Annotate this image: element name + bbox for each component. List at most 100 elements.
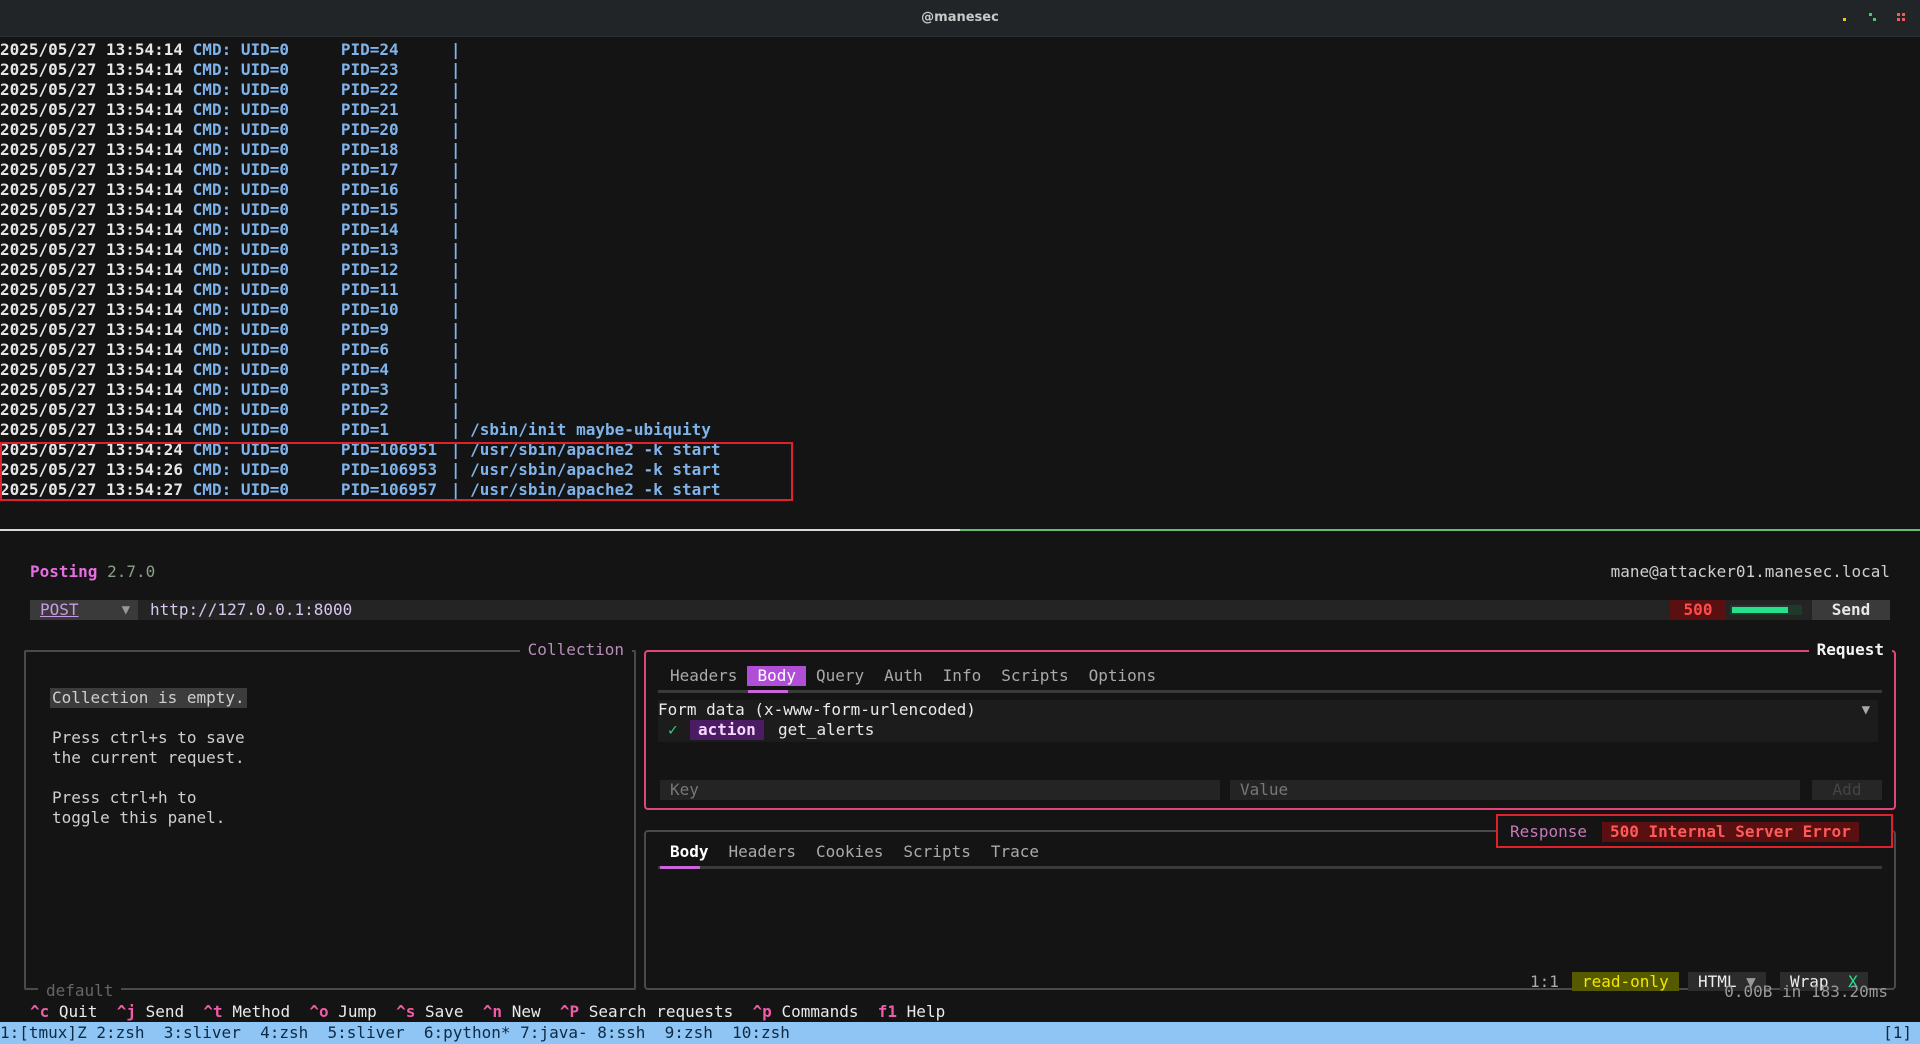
form-key-action[interactable]: action xyxy=(690,720,764,740)
log-line: 2025/05/27 13:54:14 CMD: UID=0 PID=16 | xyxy=(0,180,1920,200)
value-input[interactable]: Value xyxy=(1230,780,1800,800)
log-pid: PID=14 xyxy=(340,220,399,239)
request-tab-auth[interactable]: Auth xyxy=(874,666,933,686)
response-tab-body[interactable]: Body xyxy=(660,842,719,862)
log-separator: | xyxy=(450,400,471,419)
form-value-action[interactable]: get_alerts xyxy=(778,720,874,740)
collection-title: Collection xyxy=(519,641,632,659)
shortcut-label[interactable]: Quit xyxy=(59,1002,98,1021)
shortcut-key[interactable]: ^s xyxy=(396,1002,415,1021)
shortcut-label[interactable]: New xyxy=(512,1002,541,1021)
checkmark-icon[interactable]: ✓ xyxy=(668,720,678,740)
add-button[interactable]: Add xyxy=(1812,780,1882,800)
response-panel: Body Headers Cookies Scripts Trace 1:1 read-… xyxy=(644,830,1896,992)
log-line: 2025/05/27 13:54:14 CMD: UID=0 PID=9 | xyxy=(0,320,1920,340)
log-uid: UID=0 xyxy=(240,80,290,99)
log-separator: | xyxy=(450,240,471,259)
log-cmd-label: CMD: xyxy=(192,120,232,139)
log-uid: UID=0 xyxy=(240,120,290,139)
log-line: 2025/05/27 13:54:14 CMD: UID=0 PID=4 | xyxy=(0,360,1920,380)
minimize-icon[interactable] xyxy=(1840,12,1850,22)
url-bar: POST ▼ http://127.0.0.1:8000 500 Send xyxy=(30,600,1890,620)
response-tab-trace[interactable]: Trace xyxy=(981,842,1049,862)
log-cmd-label: CMD: xyxy=(192,80,232,99)
log-timestamp: 2025/05/27 13:54:14 xyxy=(0,240,184,259)
log-cmd-label: CMD: xyxy=(192,160,232,179)
window-title: @manesec xyxy=(921,10,999,25)
shortcut-label[interactable]: Save xyxy=(425,1002,464,1021)
log-line: 2025/05/27 13:54:14 CMD: UID=0 PID=13 | xyxy=(0,240,1920,260)
log-separator: | xyxy=(450,360,471,379)
request-tab-query[interactable]: Query xyxy=(806,666,874,686)
log-cmd-label: CMD: xyxy=(192,280,232,299)
response-tab-scripts[interactable]: Scripts xyxy=(893,842,980,862)
shortcut-key[interactable]: ^p xyxy=(753,1002,772,1021)
log-cmd-label: CMD: xyxy=(192,320,232,339)
toggle-hint-line2: toggle this panel. xyxy=(52,808,226,827)
shortcut-key[interactable]: ^j xyxy=(117,1002,136,1021)
log-line: 2025/05/27 13:54:14 CMD: UID=0 PID=12 | xyxy=(0,260,1920,280)
readonly-label: read-only xyxy=(1572,972,1679,991)
log-timestamp: 2025/05/27 13:54:14 xyxy=(0,220,184,239)
shortcut-label[interactable]: Commands xyxy=(781,1002,858,1021)
log-timestamp: 2025/05/27 13:54:14 xyxy=(0,400,184,419)
log-uid: UID=0 xyxy=(240,420,290,439)
shortcut-label[interactable]: Search requests xyxy=(589,1002,734,1021)
progress-fill xyxy=(1732,607,1789,613)
shortcut-key[interactable]: f1 xyxy=(878,1002,897,1021)
close-icon[interactable] xyxy=(1896,12,1906,22)
response-tab-cookies[interactable]: Cookies xyxy=(806,842,893,862)
shortcut-label[interactable]: Help xyxy=(907,1002,946,1021)
request-tab-options[interactable]: Options xyxy=(1079,666,1166,686)
shortcut-label[interactable]: Jump xyxy=(338,1002,377,1021)
shortcut-label[interactable]: Method xyxy=(232,1002,290,1021)
log-pid: PID=12 xyxy=(340,260,399,279)
log-cmd-label: CMD: xyxy=(192,220,232,239)
shortcut-key[interactable]: ^P xyxy=(560,1002,579,1021)
key-input[interactable]: Key xyxy=(660,780,1220,800)
tmux-window-list[interactable]: 1:[tmux]Z 2:zsh 3:sliver 4:zsh 5:sliver … xyxy=(0,1022,790,1044)
shortcut-key[interactable]: ^n xyxy=(483,1002,502,1021)
log-timestamp: 2025/05/27 13:54:14 xyxy=(0,360,184,379)
response-tab-underline xyxy=(658,866,1882,869)
response-tab-headers[interactable]: Headers xyxy=(719,842,806,862)
log-separator: | xyxy=(450,180,471,199)
readonly-badge: read-only xyxy=(1572,972,1679,992)
request-tab-underline xyxy=(658,690,1882,693)
request-tab-scripts[interactable]: Scripts xyxy=(991,666,1078,686)
log-pid: PID=6 xyxy=(340,340,390,359)
send-button[interactable]: Send xyxy=(1812,600,1890,620)
shortcut-key[interactable]: ^c xyxy=(30,1002,49,1021)
tmux-status-bar: 1:[tmux]Z 2:zsh 3:sliver 4:zsh 5:sliver … xyxy=(0,1022,1920,1044)
log-separator: | xyxy=(450,160,471,179)
log-separator: | xyxy=(450,100,471,119)
request-panel: Request Headers Body Query Auth Info Scripts O… xyxy=(644,641,1896,810)
app-name: Posting xyxy=(30,562,98,581)
request-tab-body[interactable]: Body xyxy=(747,666,806,686)
tmux-pane-divider[interactable] xyxy=(0,529,1920,531)
form-data-editor[interactable]: Form data (x-www-form-urlencoded) ▼ ✓ ac… xyxy=(658,700,1878,742)
log-cmd-label: CMD: xyxy=(192,60,232,79)
log-pid: PID=24 xyxy=(340,40,399,59)
shortcut-key[interactable]: ^o xyxy=(309,1002,328,1021)
request-tab-info[interactable]: Info xyxy=(933,666,992,686)
url-input[interactable]: http://127.0.0.1:8000 xyxy=(150,600,352,620)
log-timestamp: 2025/05/27 13:54:14 xyxy=(0,160,184,179)
log-separator: | xyxy=(450,380,471,399)
log-line: 2025/05/27 13:54:14 CMD: UID=0 PID=23 | xyxy=(0,60,1920,80)
log-uid: UID=0 xyxy=(240,380,290,399)
log-timestamp: 2025/05/27 13:54:14 xyxy=(0,340,184,359)
method-select[interactable]: POST ▼ xyxy=(30,600,138,620)
shortcut-label[interactable]: Send xyxy=(146,1002,185,1021)
log-separator: | xyxy=(450,420,471,439)
request-tab-headers[interactable]: Headers xyxy=(660,666,747,686)
app-version: 2.7.0 xyxy=(107,562,156,581)
log-separator: | xyxy=(450,340,471,359)
log-uid: UID=0 xyxy=(240,360,290,379)
maximize-icon[interactable] xyxy=(1868,12,1878,22)
log-line: 2025/05/27 13:54:14 CMD: UID=0 PID=1 | /sb… xyxy=(0,420,1920,440)
chevron-down-icon[interactable]: ▼ xyxy=(1862,700,1870,720)
log-pid: PID=1 xyxy=(340,420,390,439)
shortcut-key[interactable]: ^t xyxy=(203,1002,222,1021)
log-cmd-label: CMD: xyxy=(192,140,232,159)
